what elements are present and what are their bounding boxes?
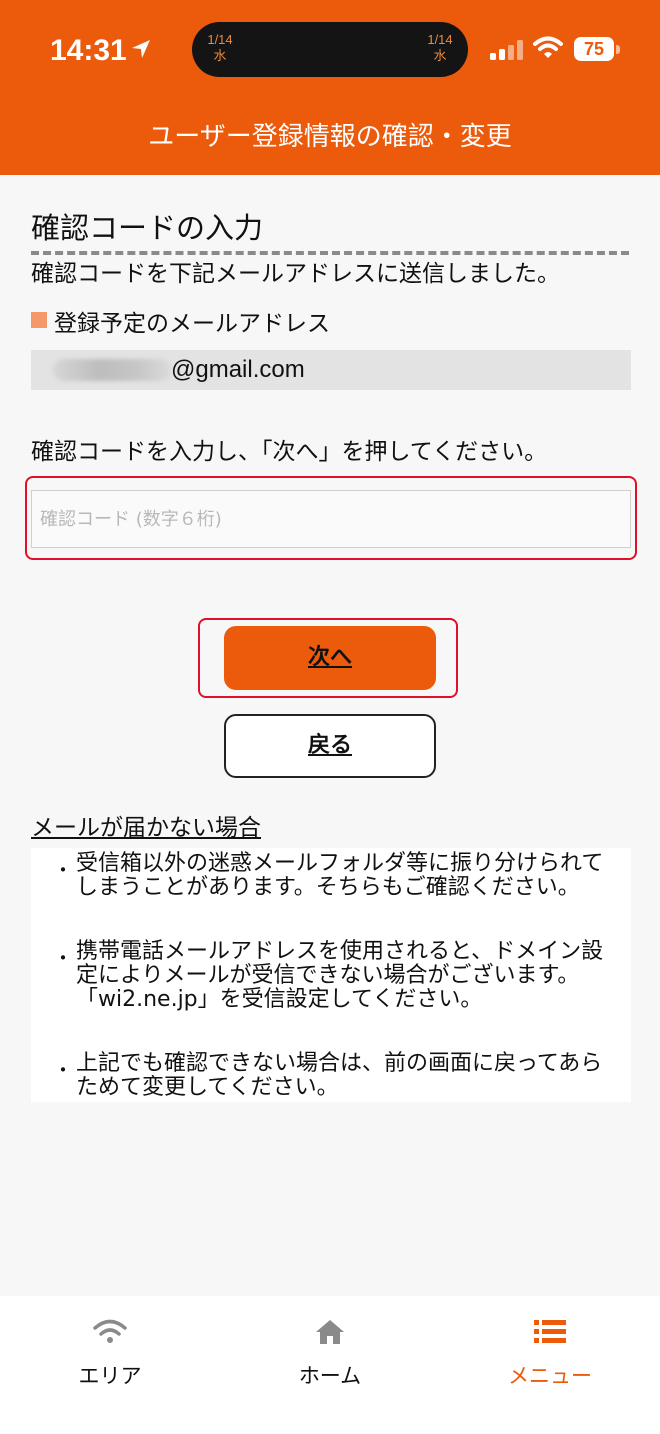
tab-home-label: ホーム <box>298 1364 362 1388</box>
island-date-left: 1/14 水 <box>207 32 233 63</box>
tab-area-label: エリア <box>78 1364 142 1388</box>
confirmation-code-input[interactable] <box>31 490 631 548</box>
sent-message: 確認コードを下記メールアドレスに送信しました。 <box>31 261 560 287</box>
back-button[interactable]: 戻る <box>224 714 436 778</box>
bullet-icon: ・ <box>53 858 73 882</box>
email-redacted <box>53 359 171 381</box>
island-date-right: 1/14 水 <box>427 32 453 63</box>
tab-area[interactable]: エリア <box>40 1312 180 1390</box>
instruction-text: 確認コードを入力し、「次へ」を押してください。 <box>31 439 548 465</box>
location-arrow-icon <box>132 40 150 58</box>
status-time: 14:31 <box>50 34 127 67</box>
help-list: ・ 受信箱以外の迷惑メールフォルダ等に振り分けられてしまうことがあります。そちら… <box>31 848 631 1102</box>
signal-icon <box>490 40 523 60</box>
help-item: 受信箱以外の迷惑メールフォルダ等に振り分けられてしまうことがあります。そちらもご… <box>76 851 604 900</box>
help-item: 上記でも確認できない場合は、前の画面に戻ってあらためて変更してください。 <box>76 1051 603 1100</box>
help-item: 携帯電話メールアドレスを使用されると、ドメイン設定によりメールが受信できない場合… <box>76 939 604 1012</box>
tab-home[interactable]: ホーム <box>260 1312 400 1390</box>
menu-icon <box>534 1320 566 1343</box>
dynamic-island: 1/14 水 1/14 水 <box>192 22 468 77</box>
help-title: メールが届かない場合 <box>31 815 261 841</box>
section-heading: 確認コードの入力 <box>31 205 629 255</box>
email-domain: @gmail.com <box>171 356 305 383</box>
battery-tip <box>616 45 620 54</box>
label-square-icon <box>31 312 47 328</box>
tab-menu[interactable]: メニュー <box>480 1312 620 1390</box>
page-title: ユーザー登録情報の確認・変更 <box>148 122 512 152</box>
battery-icon: 75 <box>574 37 614 61</box>
wifi-status-icon <box>533 36 563 58</box>
home-icon <box>316 1320 344 1344</box>
bullet-icon: ・ <box>53 1058 73 1082</box>
wifi-icon <box>93 1319 127 1343</box>
tab-menu-label: メニュー <box>508 1364 592 1388</box>
email-display: @gmail.com <box>31 350 631 390</box>
next-button[interactable]: 次へ <box>224 626 436 690</box>
email-label: 登録予定のメールアドレス <box>54 311 330 337</box>
bullet-icon: ・ <box>53 946 73 970</box>
app-header: 14:31 1/14 水 1/14 水 75 ユーザー登録情報の確認・変更 <box>0 0 660 175</box>
tab-bar: エリア ホーム メニュー <box>0 1296 660 1434</box>
